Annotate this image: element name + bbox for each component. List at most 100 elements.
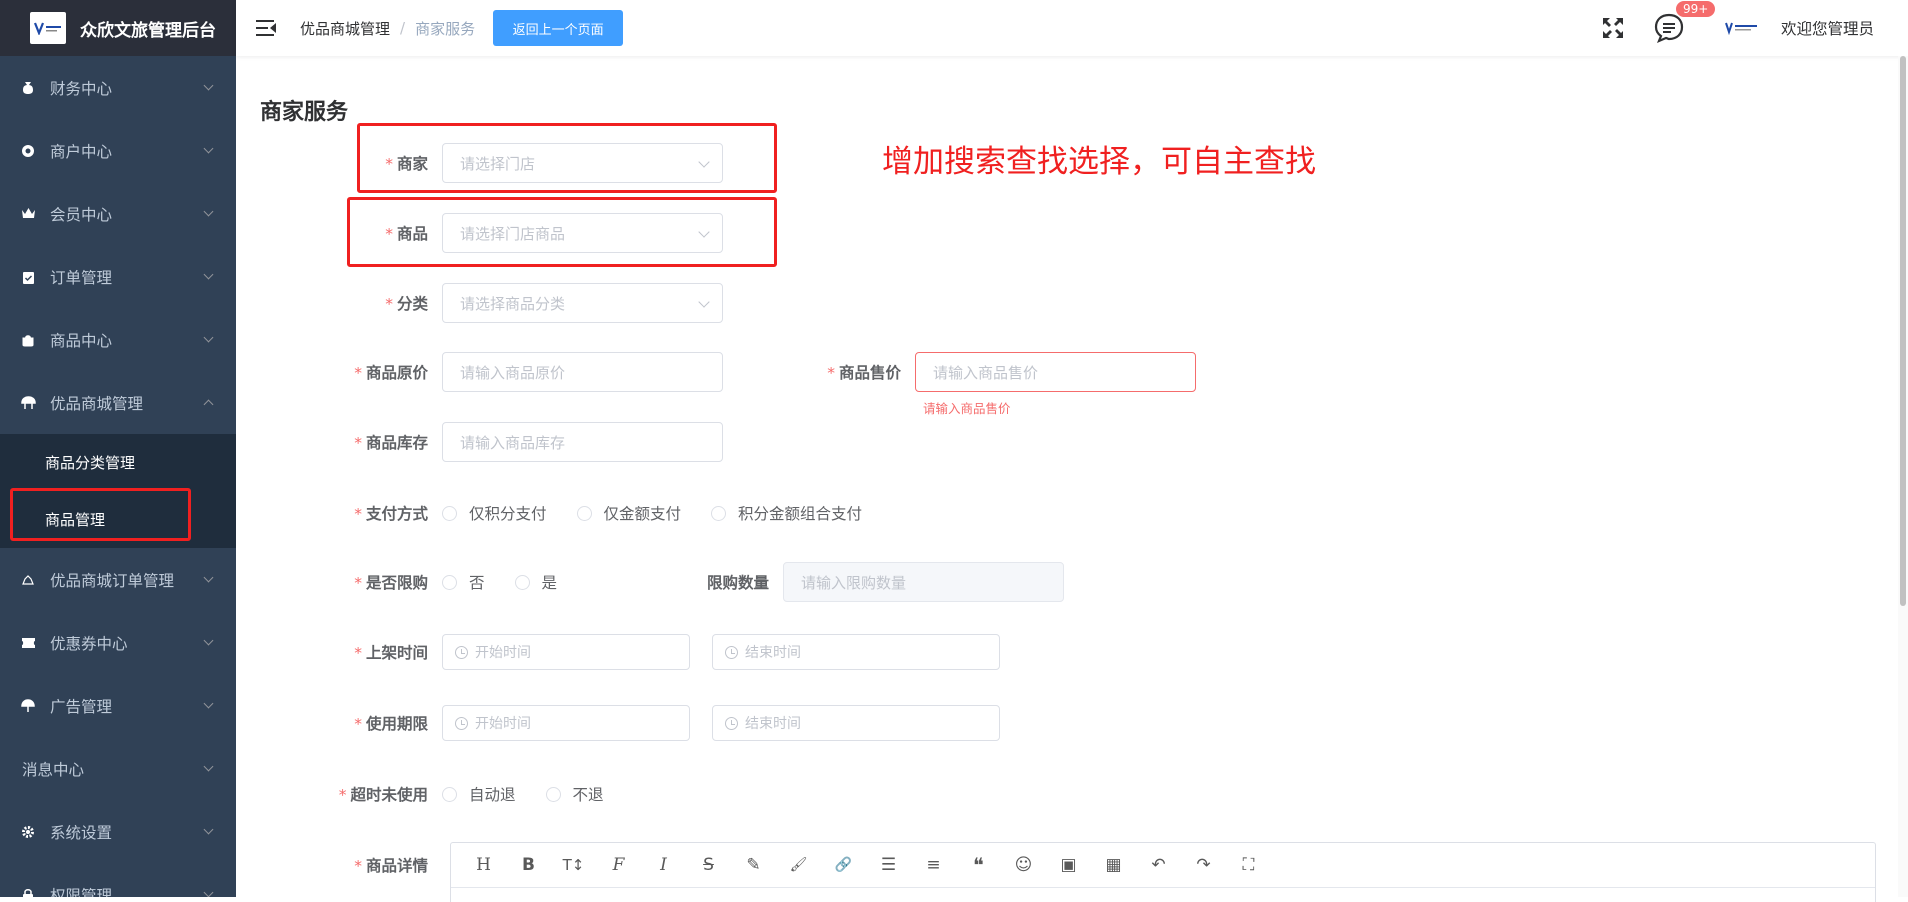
bag-icon	[20, 332, 36, 348]
payment-radio-points[interactable]: 仅积分支付	[442, 502, 547, 524]
quote-icon[interactable]: ❝	[956, 845, 1001, 885]
submenu-item-category[interactable]: 商品分类管理	[0, 434, 236, 491]
stock-input[interactable]: 请输入商品库存	[442, 422, 723, 462]
link-icon[interactable]: 🔗	[821, 845, 866, 885]
sale-price-input[interactable]: 请输入商品售价	[915, 352, 1196, 392]
crown-icon	[20, 206, 36, 222]
breadcrumb-item-mall[interactable]: 优品商城管理	[300, 18, 390, 39]
shelf-start-date-picker[interactable]: 开始时间	[442, 634, 690, 670]
payment-radio-combo[interactable]: 积分金额组合支付	[711, 502, 862, 524]
breadcrumb: 优品商城管理 / 商家服务	[300, 18, 475, 39]
submenu-item-product-manage[interactable]: 商品管理	[0, 491, 236, 548]
undo-icon[interactable]: ↶	[1136, 845, 1181, 885]
message-icon[interactable]: 99+	[1653, 12, 1685, 44]
sidebar-item-label: 会员中心	[50, 203, 112, 225]
sidebar-item-label: 财务中心	[50, 77, 112, 99]
form-row-payment: *支付方式 仅积分支付 仅金额支付 积分金额组合支付	[236, 493, 892, 533]
italic-icon[interactable]: I	[641, 845, 686, 885]
product-select[interactable]: 请选择门店商品	[442, 213, 723, 253]
sidebar-item-merchant[interactable]: 商户中心	[0, 119, 236, 182]
sidebar-item-label: 优品商城订单管理	[50, 569, 174, 591]
avatar[interactable]	[1725, 18, 1761, 38]
sidebar-item-label: 消息中心	[22, 758, 84, 780]
valid-end-date-picker[interactable]: 结束时间	[712, 705, 1000, 741]
sidebar-item-label: 广告管理	[50, 695, 112, 717]
chevron-down-icon	[698, 156, 709, 167]
overtime-radio-no-refund[interactable]: 不退	[546, 783, 604, 805]
sidebar-item-permissions[interactable]: 权限管理	[0, 863, 236, 897]
chevron-down-icon	[204, 270, 214, 280]
back-button[interactable]: 返回上一个页面	[493, 10, 623, 46]
main-content: 商家服务 增加搜索查找选择，可自主查找 *商家 请选择门店 *商品 请选择门店商…	[236, 56, 1898, 897]
form-row-product: *商品 请选择门店商品	[236, 213, 723, 253]
table-icon[interactable]: ▦	[1091, 845, 1136, 885]
annotation-text: 增加搜索查找选择，可自主查找	[882, 136, 1316, 181]
sidebar-item-coupons[interactable]: 优惠券中心	[0, 611, 236, 674]
chevron-up-icon	[204, 400, 214, 410]
sidebar-item-mall[interactable]: 优品商城管理	[0, 371, 236, 434]
heading-icon[interactable]: H	[461, 845, 506, 885]
chevron-down-icon	[204, 636, 214, 646]
sidebar-item-orders[interactable]: 订单管理	[0, 245, 236, 308]
strikethrough-icon[interactable]: S	[686, 845, 731, 885]
money-bag-icon	[20, 80, 36, 96]
emoji-icon[interactable]: ☺	[1001, 845, 1046, 885]
align-icon[interactable]: ≡	[911, 845, 956, 885]
bold-icon[interactable]: B	[506, 845, 551, 885]
brand: 众欣文旅管理后台	[0, 0, 236, 56]
scrollbar-thumb[interactable]	[1900, 56, 1906, 606]
limit-radio-no[interactable]: 否	[442, 571, 485, 593]
shop-icon	[20, 143, 36, 159]
form-label: *商品	[236, 222, 442, 244]
sidebar-item-label: 商品中心	[50, 329, 112, 351]
form-label: *商品原价	[236, 361, 442, 383]
breadcrumb-item-current: 商家服务	[415, 18, 475, 39]
sidebar-item-member[interactable]: 会员中心	[0, 182, 236, 245]
limit-radio-yes[interactable]: 是	[515, 571, 558, 593]
form-label: *是否限购	[236, 571, 442, 593]
rich-text-editor[interactable]: H B T↕ F I S ✎ 🖌 🔗 ☰ ≡ ❝ ☺ ▣ ▦ ↶ ↷ ⛶	[450, 842, 1876, 902]
shelf-end-date-picker[interactable]: 结束时间	[712, 634, 1000, 670]
category-select[interactable]: 请选择商品分类	[442, 283, 723, 323]
form-label: *商品售价	[709, 361, 915, 383]
valid-start-date-picker[interactable]: 开始时间	[442, 705, 690, 741]
limit-qty-input[interactable]: 请输入限购数量	[783, 562, 1064, 602]
sidebar-item-mall-orders[interactable]: 优品商城订单管理	[0, 548, 236, 611]
page-scrollbar[interactable]	[1898, 56, 1908, 897]
font-size-icon[interactable]: T↕	[551, 845, 596, 885]
menu-toggle-icon[interactable]	[256, 19, 278, 37]
umbrella-icon	[20, 698, 36, 714]
clock-icon	[725, 717, 738, 730]
sale-price-error: 请输入商品售价	[923, 398, 1011, 417]
list-icon[interactable]: ☰	[866, 845, 911, 885]
chevron-down-icon	[204, 825, 214, 835]
sidebar-item-label: 优惠券中心	[50, 632, 128, 654]
brand-logo	[30, 12, 66, 44]
image-icon[interactable]: ▣	[1046, 845, 1091, 885]
clock-icon	[725, 646, 738, 659]
sidebar-item-finance[interactable]: 财务中心	[0, 56, 236, 119]
fullscreen-editor-icon[interactable]: ⛶	[1226, 845, 1271, 885]
sidebar-item-label: 优品商城管理	[50, 392, 143, 414]
payment-radio-cash[interactable]: 仅金额支付	[577, 502, 682, 524]
top-header: 优品商城管理 / 商家服务 返回上一个页面 99+ 欢迎您管理员	[236, 0, 1908, 56]
redo-icon[interactable]: ↷	[1181, 845, 1226, 885]
sidebar-item-products[interactable]: 商品中心	[0, 308, 236, 371]
form-label: *分类	[236, 292, 442, 314]
pencil-icon[interactable]: ✎	[731, 845, 776, 885]
original-price-input[interactable]: 请输入商品原价	[442, 352, 723, 392]
chevron-down-icon	[204, 699, 214, 709]
welcome-text[interactable]: 欢迎您管理员	[1781, 17, 1874, 39]
form-label: *商家	[236, 152, 442, 174]
sidebar: 众欣文旅管理后台 财务中心 商户中心 会员中心 订单管理 商品中心 优品商城管理…	[0, 0, 236, 897]
merchant-select[interactable]: 请选择门店	[442, 143, 723, 183]
brush-icon[interactable]: 🖌	[776, 845, 821, 885]
overtime-radio-refund[interactable]: 自动退	[442, 783, 516, 805]
sidebar-item-messages[interactable]: 消息中心	[0, 737, 236, 800]
brand-title: 众欣文旅管理后台	[80, 16, 216, 41]
sidebar-item-ads[interactable]: 广告管理	[0, 674, 236, 737]
fullscreen-icon[interactable]	[1601, 16, 1625, 40]
font-family-icon[interactable]: F	[596, 845, 641, 885]
form-row-detail: *商品详情	[236, 842, 442, 887]
sidebar-item-settings[interactable]: 系统设置	[0, 800, 236, 863]
